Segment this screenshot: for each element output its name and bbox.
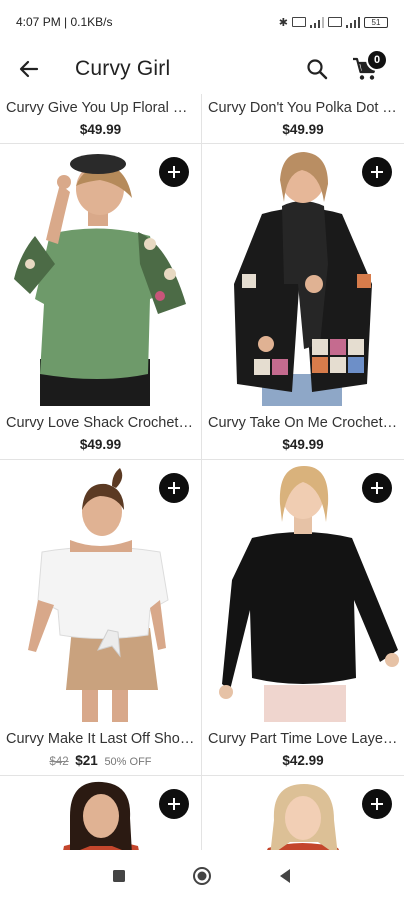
back-button[interactable] <box>16 56 42 82</box>
product-card[interactable] <box>202 776 404 850</box>
product-card[interactable]: Curvy Love Shack Crochet Sleeve Top $49.… <box>0 144 202 460</box>
product-price: $42.99 <box>282 753 324 768</box>
recents-button[interactable] <box>109 866 129 886</box>
product-name: Curvy Make It Last Off Shoulder Top <box>6 731 195 747</box>
status-icons: ✱ 51 <box>279 16 388 29</box>
product-price: $49.99 <box>79 437 122 452</box>
status-time: 4:07 PM | 0.1KB/s <box>16 15 113 29</box>
battery-icon: 51 <box>364 16 388 28</box>
add-to-cart-button[interactable] <box>159 473 189 503</box>
circle-icon <box>193 867 211 885</box>
back-nav-button[interactable] <box>275 866 295 886</box>
product-name: Curvy Don't You Polka Dot Top <box>208 100 398 116</box>
product-card[interactable] <box>0 776 202 850</box>
add-to-cart-button[interactable] <box>159 157 189 187</box>
product-card[interactable]: Curvy Give You Up Floral Print Top $49.9… <box>0 94 202 144</box>
product-name: Curvy Love Shack Crochet Sleeve Top <box>6 415 195 431</box>
product-price: $49.99 <box>282 437 324 452</box>
add-to-cart-button[interactable] <box>159 789 189 819</box>
cart-count-badge: 0 <box>366 49 388 71</box>
home-button[interactable] <box>192 866 212 886</box>
signal-icon-2 <box>346 16 360 28</box>
status-bar: 4:07 PM | 0.1KB/s ✱ 51 <box>0 0 404 44</box>
app-header: Curvy Girl <box>0 44 404 94</box>
volte-icon <box>292 17 306 27</box>
page-title: Curvy Girl <box>75 57 171 80</box>
product-discount: 50% OFF <box>104 756 152 768</box>
triangle-back-icon <box>280 869 290 883</box>
product-card[interactable]: Curvy Take On Me Crochet Cardigan $49.99 <box>202 144 404 460</box>
square-icon <box>113 870 125 882</box>
system-nav-bar <box>0 850 404 900</box>
search-icon <box>307 59 328 80</box>
search-button[interactable] <box>304 56 330 82</box>
product-card[interactable]: Curvy Don't You Polka Dot Top $49.99 <box>202 94 404 144</box>
product-original-price: $42 <box>49 756 69 768</box>
bluetooth-icon: ✱ <box>278 16 288 29</box>
product-card[interactable]: Curvy Part Time Love Layered Top $42.99 <box>202 460 404 776</box>
screen: 4:07 PM | 0.1KB/s ✱ 51 Curvy Girl 0 Curv… <box>0 0 404 900</box>
signal-icon <box>310 16 324 28</box>
product-price: $49.99 <box>79 122 122 137</box>
product-name: Curvy Take On Me Crochet Cardigan <box>208 415 398 431</box>
product-price: $49.99 <box>282 122 324 137</box>
product-price-row: $42 $21 50% OFF <box>0 753 201 768</box>
volte-icon-2 <box>328 17 342 27</box>
product-name: Curvy Give You Up Floral Print Top <box>6 100 195 116</box>
product-name: Curvy Part Time Love Layered Top <box>208 731 398 747</box>
product-grid: Curvy Give You Up Floral Print Top $49.9… <box>0 94 404 850</box>
add-to-cart-button[interactable] <box>362 789 392 819</box>
arrow-left-icon <box>19 60 39 78</box>
add-to-cart-button[interactable] <box>362 473 392 503</box>
add-to-cart-button[interactable] <box>362 157 392 187</box>
product-sale-price: $21 <box>75 753 98 768</box>
product-card[interactable]: Curvy Make It Last Off Shoulder Top $42 … <box>0 460 202 776</box>
